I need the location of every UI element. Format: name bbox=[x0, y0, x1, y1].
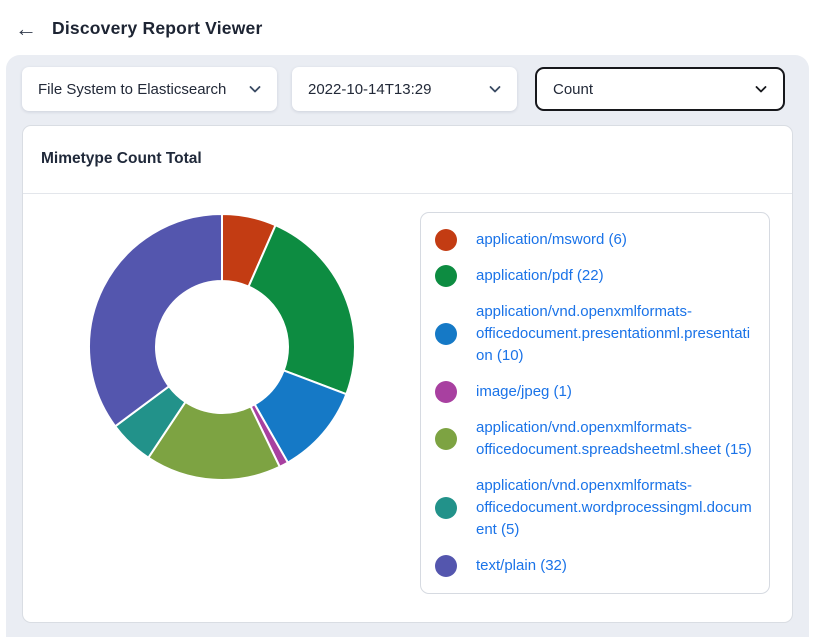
metric-select-value: Count bbox=[553, 81, 593, 98]
card-title: Mimetype Count Total bbox=[23, 126, 792, 194]
timestamp-select[interactable]: 2022-10-14T13:29 bbox=[292, 67, 517, 111]
legend-label: image/jpeg (1) bbox=[476, 381, 754, 403]
chevron-down-icon bbox=[487, 81, 503, 97]
legend-label: application/vnd.openxmlformats-officedoc… bbox=[476, 475, 754, 541]
donut-area bbox=[23, 194, 420, 487]
mimetype-card: Mimetype Count Total application/msword … bbox=[22, 125, 793, 623]
chevron-down-icon bbox=[247, 81, 263, 97]
legend-bullet-icon bbox=[435, 428, 457, 450]
timestamp-select-value: 2022-10-14T13:29 bbox=[308, 81, 431, 98]
legend-label: application/vnd.openxmlformats-officedoc… bbox=[476, 417, 754, 461]
legend-label: application/vnd.openxmlformats-officedoc… bbox=[476, 301, 754, 367]
back-arrow-icon[interactable]: ← bbox=[13, 18, 39, 40]
mimetype-legend: application/msword (6) application/pdf (2… bbox=[420, 212, 770, 594]
legend-item[interactable]: application/msword (6) bbox=[421, 222, 769, 258]
legend-bullet-icon bbox=[435, 381, 457, 403]
legend-bullet-icon bbox=[435, 265, 457, 287]
legend-item[interactable]: image/jpeg (1) bbox=[421, 374, 769, 410]
legend-label: text/plain (32) bbox=[476, 555, 754, 577]
filters-row: File System to Elasticsearch 2022-10-14T… bbox=[6, 55, 809, 111]
report-select[interactable]: File System to Elasticsearch bbox=[22, 67, 277, 111]
legend-item[interactable]: application/vnd.openxmlformats-officedoc… bbox=[421, 468, 769, 548]
title-bar: ← Discovery Report Viewer bbox=[0, 0, 815, 44]
legend-bullet-icon bbox=[435, 497, 457, 519]
legend-bullet-icon bbox=[435, 555, 457, 577]
metric-select[interactable]: Count bbox=[535, 67, 785, 111]
legend-item[interactable]: application/vnd.openxmlformats-officedoc… bbox=[421, 294, 769, 374]
donut-chart bbox=[82, 207, 362, 487]
report-select-value: File System to Elasticsearch bbox=[38, 81, 226, 98]
donut-slice[interactable] bbox=[89, 214, 222, 426]
legend-item[interactable]: text/plain (32) bbox=[421, 548, 769, 584]
content-panel: File System to Elasticsearch 2022-10-14T… bbox=[6, 55, 809, 637]
legend-item[interactable]: application/pdf (22) bbox=[421, 258, 769, 294]
legend-bullet-icon bbox=[435, 323, 457, 345]
legend-bullet-icon bbox=[435, 229, 457, 251]
page-title: Discovery Report Viewer bbox=[52, 18, 262, 39]
donut-slice[interactable] bbox=[248, 225, 354, 394]
chart-area: application/msword (6) application/pdf (2… bbox=[23, 194, 792, 594]
legend-item[interactable]: application/vnd.openxmlformats-officedoc… bbox=[421, 410, 769, 468]
legend-label: application/pdf (22) bbox=[476, 265, 754, 287]
chevron-down-icon bbox=[753, 81, 769, 97]
legend-label: application/msword (6) bbox=[476, 229, 754, 251]
